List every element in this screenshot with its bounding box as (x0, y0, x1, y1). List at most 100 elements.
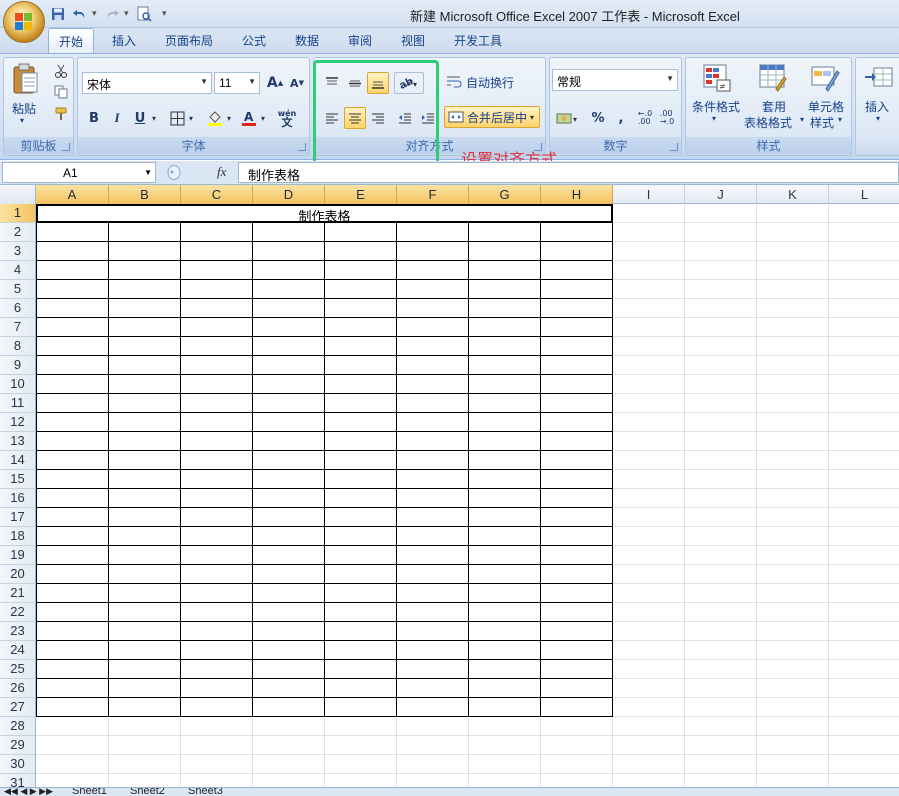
column-header[interactable]: B (109, 185, 181, 204)
row-header[interactable]: 3 (0, 242, 36, 261)
name-box[interactable]: A1 ▼ (2, 162, 156, 183)
border-dropdown-icon[interactable]: ▾ (186, 107, 196, 129)
format-as-table-line1[interactable]: 套用 (762, 98, 786, 115)
tab-review[interactable]: 审阅 (336, 28, 384, 53)
column-header[interactable]: E (325, 185, 397, 204)
row-header[interactable]: 7 (0, 318, 36, 337)
row-header[interactable]: 8 (0, 337, 36, 356)
column-header[interactable]: C (181, 185, 253, 204)
wrap-text-button[interactable]: 自动换行 (446, 71, 526, 93)
undo-dropdown-icon[interactable]: ▾ (92, 9, 100, 19)
row-header[interactable]: 10 (0, 375, 36, 394)
font-launcher-icon[interactable] (298, 143, 306, 151)
fill-color-icon[interactable] (204, 107, 226, 129)
insert-cells-icon[interactable] (862, 62, 896, 94)
row-header[interactable]: 11 (0, 394, 36, 413)
row-header[interactable]: 14 (0, 451, 36, 470)
column-header[interactable]: H (541, 185, 613, 204)
column-header[interactable]: K (757, 185, 829, 204)
merge-center-button[interactable]: 合并后居中 ▾ (444, 106, 540, 128)
column-header[interactable]: J (685, 185, 757, 204)
sheet-tab-3[interactable]: Sheet3 (188, 788, 223, 796)
sheet-tab-2[interactable]: Sheet2 (130, 788, 165, 796)
redo-icon[interactable] (102, 4, 122, 24)
undo-icon[interactable] (70, 4, 90, 24)
row-header[interactable]: 5 (0, 280, 36, 299)
column-header[interactable]: G (469, 185, 541, 204)
tab-insert[interactable]: 插入 (100, 28, 148, 53)
insert-cells-button[interactable]: 插入 (865, 98, 889, 115)
row-header[interactable]: 16 (0, 489, 36, 508)
column-header[interactable]: D (253, 185, 325, 204)
insert-function-icon[interactable]: fx (217, 164, 226, 180)
row-header[interactable]: 22 (0, 603, 36, 622)
font-size-combo[interactable]: 11 ▼ (214, 72, 260, 94)
phonetic-icon[interactable]: wén 文 (274, 107, 300, 129)
shrink-font-icon[interactable]: A ▼ (286, 72, 308, 94)
fill-color-dropdown-icon[interactable]: ▾ (224, 107, 234, 129)
cell-styles-button[interactable]: 样式 (810, 114, 834, 131)
bold-button[interactable]: B (83, 107, 105, 129)
row-header[interactable]: 6 (0, 299, 36, 318)
sheet-nav-icons[interactable]: ◀◀ ◀ ▶ ▶▶ (4, 788, 53, 796)
increase-decimal-icon[interactable]: ←.0.00 (634, 107, 656, 129)
row-header[interactable]: 29 (0, 736, 36, 755)
format-painter-icon[interactable] (51, 104, 71, 124)
font-color-icon[interactable]: A (238, 107, 260, 129)
tab-page-layout[interactable]: 页面布局 (158, 28, 220, 53)
column-header[interactable]: F (397, 185, 469, 204)
row-header[interactable]: 23 (0, 622, 36, 641)
number-format-combo[interactable]: 常规 ▼ (552, 69, 678, 91)
office-button[interactable] (3, 1, 45, 43)
format-as-table-dropdown-icon[interactable]: ▾ (800, 115, 804, 124)
paste-button[interactable]: 粘贴 (12, 100, 36, 117)
sheet-tab-1[interactable]: Sheet1 (72, 788, 107, 796)
save-icon[interactable] (48, 4, 68, 24)
row-header[interactable]: 28 (0, 717, 36, 736)
decrease-decimal-icon[interactable]: .00 →.0 (656, 107, 678, 129)
print-preview-icon[interactable] (134, 4, 154, 24)
underline-dropdown-icon[interactable]: ▾ (149, 107, 159, 129)
insert-cells-dropdown-icon[interactable]: ▾ (876, 114, 880, 123)
row-header[interactable]: 24 (0, 641, 36, 660)
row-header[interactable]: 4 (0, 261, 36, 280)
tab-developer[interactable]: 开发工具 (446, 28, 510, 53)
row-header[interactable]: 25 (0, 660, 36, 679)
cut-icon[interactable] (51, 61, 71, 81)
copy-icon[interactable] (51, 82, 71, 102)
cell-styles-dropdown-icon[interactable]: ▾ (838, 115, 842, 124)
customize-qat-icon[interactable]: ▾ (162, 9, 170, 19)
column-header[interactable]: L (829, 185, 899, 204)
column-header[interactable]: A (36, 185, 109, 204)
grow-font-icon[interactable]: A ▲ (264, 72, 286, 94)
paste-dropdown-icon[interactable]: ▾ (20, 116, 24, 125)
conditional-format-icon[interactable]: ≠ (700, 62, 734, 94)
italic-button[interactable]: I (106, 107, 128, 129)
tab-data[interactable]: 数据 (283, 28, 331, 53)
accounting-format-icon[interactable]: ▾ (553, 107, 583, 129)
row-header[interactable]: 31 (0, 774, 36, 787)
column-header[interactable]: I (613, 185, 685, 204)
row-header[interactable]: 15 (0, 470, 36, 489)
paste-icon[interactable] (10, 62, 40, 96)
border-icon[interactable] (166, 107, 188, 129)
row-header[interactable]: 19 (0, 546, 36, 565)
cells-area[interactable]: 制作表格 (36, 204, 899, 787)
tab-view[interactable]: 视图 (389, 28, 437, 53)
row-header[interactable]: 20 (0, 565, 36, 584)
redo-dropdown-icon[interactable]: ▾ (124, 9, 132, 19)
row-header[interactable]: 30 (0, 755, 36, 774)
select-all-corner[interactable] (0, 185, 36, 204)
merge-dropdown-icon[interactable]: ▾ (530, 113, 534, 122)
row-header[interactable]: 13 (0, 432, 36, 451)
font-color-dropdown-icon[interactable]: ▾ (258, 107, 268, 129)
tab-home[interactable]: 开始 (48, 28, 94, 54)
formula-input[interactable]: 制作表格 (238, 162, 899, 184)
format-as-table-icon[interactable] (756, 62, 790, 94)
font-name-combo[interactable]: 宋体 ▼ (82, 72, 212, 94)
row-header[interactable]: 17 (0, 508, 36, 527)
comma-button[interactable]: , (610, 107, 632, 129)
conditional-format-dropdown-icon[interactable]: ▾ (712, 114, 716, 123)
cell-styles-icon[interactable] (808, 62, 842, 94)
clipboard-launcher-icon[interactable] (62, 143, 70, 151)
